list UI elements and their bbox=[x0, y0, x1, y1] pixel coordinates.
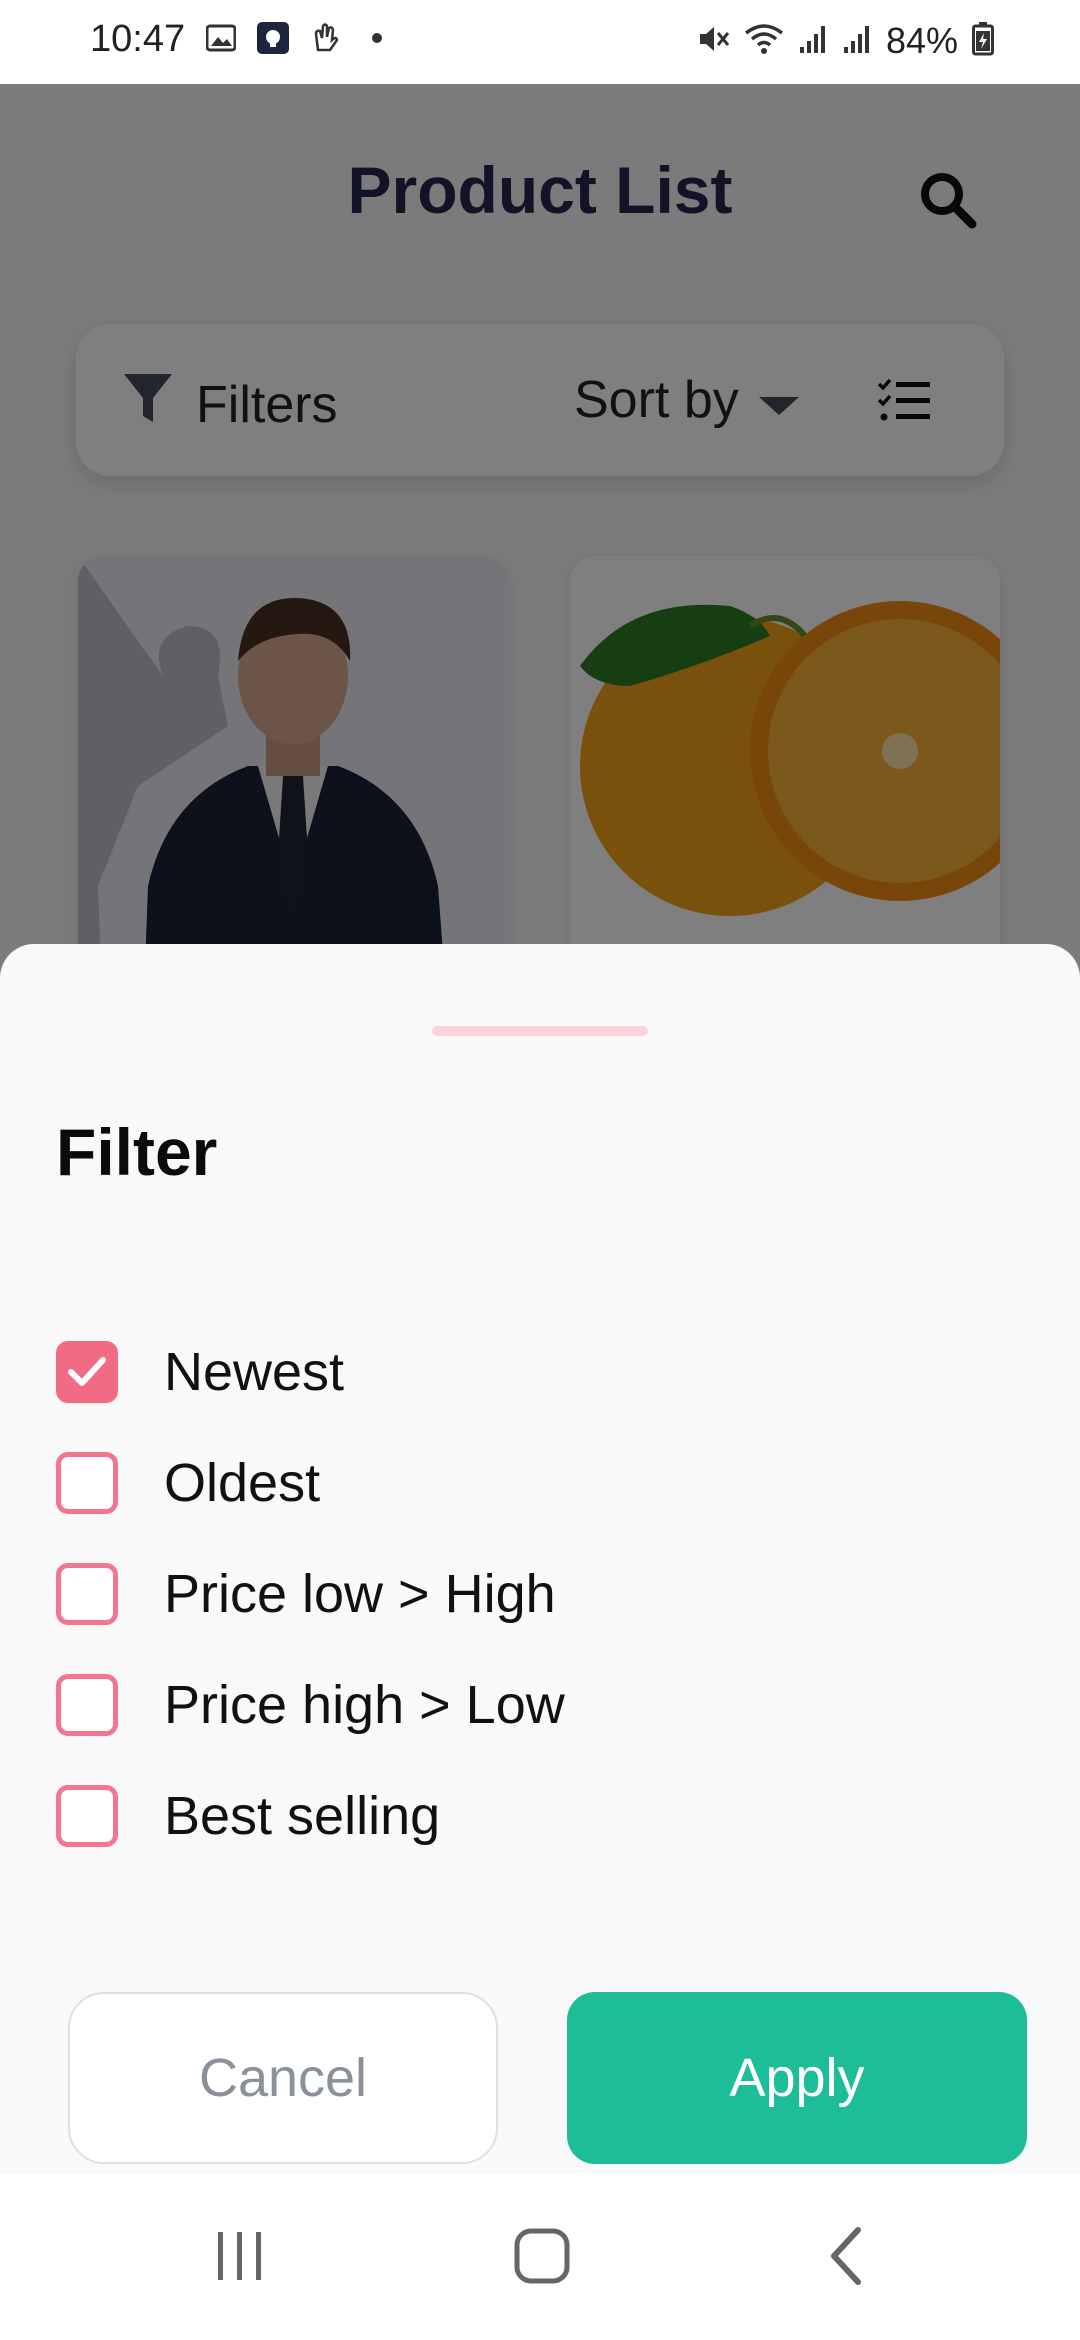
gesture-icon bbox=[309, 22, 341, 54]
filter-option-oldest[interactable]: Oldest bbox=[56, 1427, 956, 1538]
filter-option-label: Price low > High bbox=[164, 1563, 556, 1624]
cancel-button[interactable]: Cancel bbox=[68, 1992, 498, 2164]
navigation-bar bbox=[0, 2174, 1080, 2340]
signal-icon bbox=[798, 23, 828, 60]
filter-option-label: Price high > Low bbox=[164, 1674, 565, 1735]
home-icon[interactable] bbox=[502, 2222, 582, 2292]
filter-option-price-low-high[interactable]: Price low > High bbox=[56, 1538, 956, 1649]
filter-option-label: Oldest bbox=[164, 1452, 321, 1513]
sheet-title: Filter bbox=[56, 1115, 218, 1189]
mute-icon bbox=[696, 22, 730, 61]
recent-apps-icon[interactable] bbox=[200, 2222, 280, 2292]
wifi-icon bbox=[744, 23, 784, 60]
dot-icon bbox=[361, 22, 393, 54]
filter-option-price-high-low[interactable]: Price high > Low bbox=[56, 1649, 956, 1760]
checkbox[interactable] bbox=[56, 1562, 118, 1625]
battery-level: 84% bbox=[885, 20, 958, 61]
system-icons: 84% bbox=[696, 20, 994, 62]
gallery-icon bbox=[205, 22, 237, 54]
status-bar: 10:47 84% bbox=[0, 0, 1080, 84]
filter-option-newest[interactable]: Newest bbox=[56, 1316, 956, 1427]
status-time: 10:47 bbox=[90, 18, 186, 60]
filter-option-label: Best selling bbox=[164, 1785, 441, 1846]
filter-options: Newest Oldest Price low > High Price hig… bbox=[56, 1316, 956, 1871]
apply-button[interactable]: Apply bbox=[567, 1992, 1027, 2164]
checkbox[interactable] bbox=[56, 1451, 118, 1514]
checkbox-checked[interactable] bbox=[56, 1340, 118, 1403]
battery-icon bbox=[972, 21, 994, 61]
filter-option-label: Newest bbox=[164, 1341, 345, 1402]
signal-icon bbox=[842, 23, 872, 60]
check-icon bbox=[68, 1356, 106, 1386]
filter-sheet: Filter Newest Oldest Price low > High Pr… bbox=[0, 944, 1080, 2174]
checkbox[interactable] bbox=[56, 1784, 118, 1847]
filter-option-best-selling[interactable]: Best selling bbox=[56, 1760, 956, 1871]
back-icon[interactable] bbox=[806, 2222, 886, 2292]
checkbox[interactable] bbox=[56, 1673, 118, 1736]
notification-icons bbox=[205, 22, 393, 54]
app-icon bbox=[257, 22, 289, 54]
drag-handle[interactable] bbox=[432, 1026, 648, 1036]
